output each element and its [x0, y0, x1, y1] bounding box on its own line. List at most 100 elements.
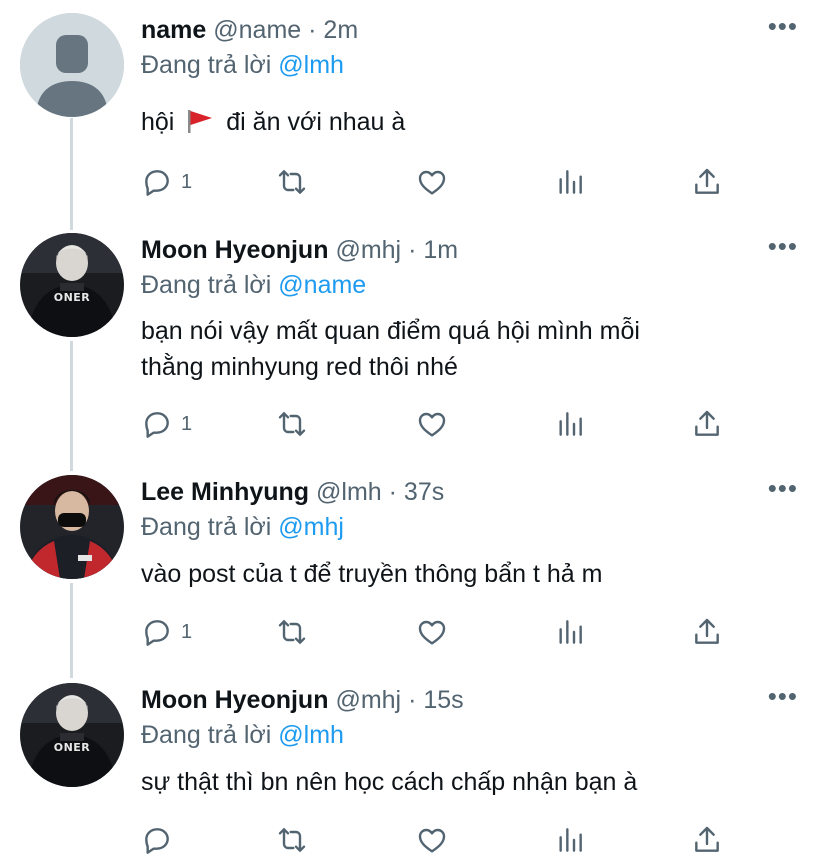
reply-button[interactable] [141, 820, 181, 860]
tweet[interactable]: name @name · 2m ••• Đang trả lời @lmh hộ… [0, 0, 828, 225]
retweet-icon [278, 828, 306, 852]
analytics-button[interactable] [554, 162, 586, 202]
reply-bubble-icon [145, 170, 169, 196]
separator-dot: · [308, 16, 317, 44]
analytics-bars-icon [559, 620, 582, 644]
more-horizontal-icon[interactable]: ••• [768, 683, 798, 709]
share-upload-icon [695, 410, 719, 436]
share-button[interactable] [691, 612, 723, 652]
retweet-icon [278, 412, 306, 436]
timestamp[interactable]: 1m [423, 236, 458, 264]
like-button[interactable] [416, 612, 448, 652]
retweet-button[interactable] [276, 820, 308, 860]
reply-button[interactable]: 1 [141, 162, 192, 202]
separator-dot: · [408, 236, 417, 264]
replying-to: Đang trả lời @name [141, 268, 366, 302]
analytics-button[interactable] [554, 404, 586, 444]
reply-prefix: Đang trả lời [141, 51, 272, 79]
action-bar [141, 820, 741, 860]
replying-to: Đang trả lời @lmh [141, 48, 344, 82]
display-name[interactable]: Moon Hyeonjun [141, 686, 328, 714]
masked-player-photo-icon [20, 475, 124, 579]
jersey-text: ONER [53, 291, 91, 304]
separator-dot: · [408, 686, 417, 714]
analytics-button[interactable] [554, 612, 586, 652]
user-handle[interactable]: @lmh [316, 478, 382, 506]
player-photo-icon [20, 683, 124, 787]
reply-count: 1 [181, 412, 193, 435]
tweet-header: Moon Hyeonjun @mhj · 15s [141, 683, 464, 717]
reply-prefix: Đang trả lời [141, 513, 272, 541]
reply-bubble-icon [145, 620, 169, 646]
tweet-header: name @name · 2m [141, 13, 358, 47]
user-handle[interactable]: @mhj [335, 686, 401, 714]
avatar[interactable] [20, 13, 124, 117]
like-button[interactable] [416, 162, 448, 202]
retweet-icon [278, 170, 306, 194]
action-bar: 1 [141, 612, 741, 652]
share-button[interactable] [691, 404, 723, 444]
tweet[interactable]: ONER Moon Hyeonjun @mhj · 1m ••• Đang tr… [0, 220, 828, 465]
heart-icon [418, 828, 446, 853]
action-bar: 1 [141, 162, 741, 202]
mention-link[interactable]: @lmh [278, 721, 344, 749]
tweet-text-part: đi ăn với nhau à [226, 108, 406, 136]
timestamp[interactable]: 2m [323, 16, 358, 44]
default-avatar-icon [20, 13, 124, 117]
analytics-bars-icon [559, 412, 582, 436]
separator-dot: · [388, 478, 397, 506]
more-horizontal-icon[interactable]: ••• [768, 475, 798, 501]
timestamp[interactable]: 15s [423, 686, 463, 714]
avatar[interactable]: ONER [20, 233, 124, 337]
timestamp[interactable]: 37s [404, 478, 444, 506]
more-horizontal-icon[interactable]: ••• [768, 233, 798, 259]
reply-button[interactable]: 1 [141, 612, 192, 652]
user-handle[interactable]: @name [213, 16, 301, 44]
tweet-header: Moon Hyeonjun @mhj · 1m [141, 233, 458, 267]
analytics-button[interactable] [554, 820, 586, 860]
tweet-text: hội đi ăn với nhau à [141, 102, 405, 142]
mention-link[interactable]: @lmh [278, 51, 344, 79]
reply-count: 1 [181, 170, 193, 193]
reply-button[interactable]: 1 [141, 404, 192, 444]
mention-link[interactable]: @name [278, 271, 366, 299]
display-name[interactable]: Lee Minhyung [141, 478, 309, 506]
mention-link[interactable]: @mhj [278, 513, 344, 541]
player-photo-icon [20, 233, 124, 337]
retweet-icon [278, 620, 306, 644]
tweet-text: sự thật thì bn nên học cách chấp nhận bạ… [141, 768, 638, 796]
retweet-button[interactable] [276, 162, 308, 202]
avatar[interactable]: ONER [20, 683, 124, 787]
reply-prefix: Đang trả lời [141, 271, 272, 299]
tweet-text: vào post của t để truyền thông bẩn t hả … [141, 560, 603, 588]
tweet[interactable]: Lee Minhyung @lmh · 37s ••• Đang trả lời… [0, 462, 828, 672]
share-upload-icon [695, 618, 719, 644]
reply-bubble-icon [145, 412, 169, 438]
like-button[interactable] [416, 404, 448, 444]
tweet-header: Lee Minhyung @lmh · 37s [141, 475, 444, 509]
retweet-button[interactable] [276, 404, 308, 444]
user-handle[interactable]: @mhj [335, 236, 401, 264]
reply-count: 1 [181, 620, 193, 643]
share-upload-icon [695, 826, 719, 852]
tweet[interactable]: ONER Moon Hyeonjun @mhj · 15s ••• Đang t… [0, 670, 828, 867]
display-name[interactable]: name [141, 16, 206, 44]
analytics-bars-icon [559, 828, 582, 852]
avatar[interactable] [20, 475, 124, 579]
heart-icon [418, 412, 446, 437]
reply-bubble-icon [145, 828, 169, 854]
heart-icon [418, 620, 446, 645]
tweet-text: thằng minhyung red thôi nhé [141, 353, 458, 381]
more-horizontal-icon[interactable]: ••• [768, 13, 798, 39]
heart-icon [418, 170, 446, 195]
share-button[interactable] [691, 162, 723, 202]
retweet-button[interactable] [276, 612, 308, 652]
replying-to: Đang trả lời @mhj [141, 510, 344, 544]
replying-to: Đang trả lời @lmh [141, 718, 344, 752]
display-name[interactable]: Moon Hyeonjun [141, 236, 328, 264]
analytics-bars-icon [559, 170, 582, 194]
jersey-text: ONER [53, 741, 91, 754]
share-button[interactable] [691, 820, 723, 860]
reply-prefix: Đang trả lời [141, 721, 272, 749]
like-button[interactable] [416, 820, 448, 860]
